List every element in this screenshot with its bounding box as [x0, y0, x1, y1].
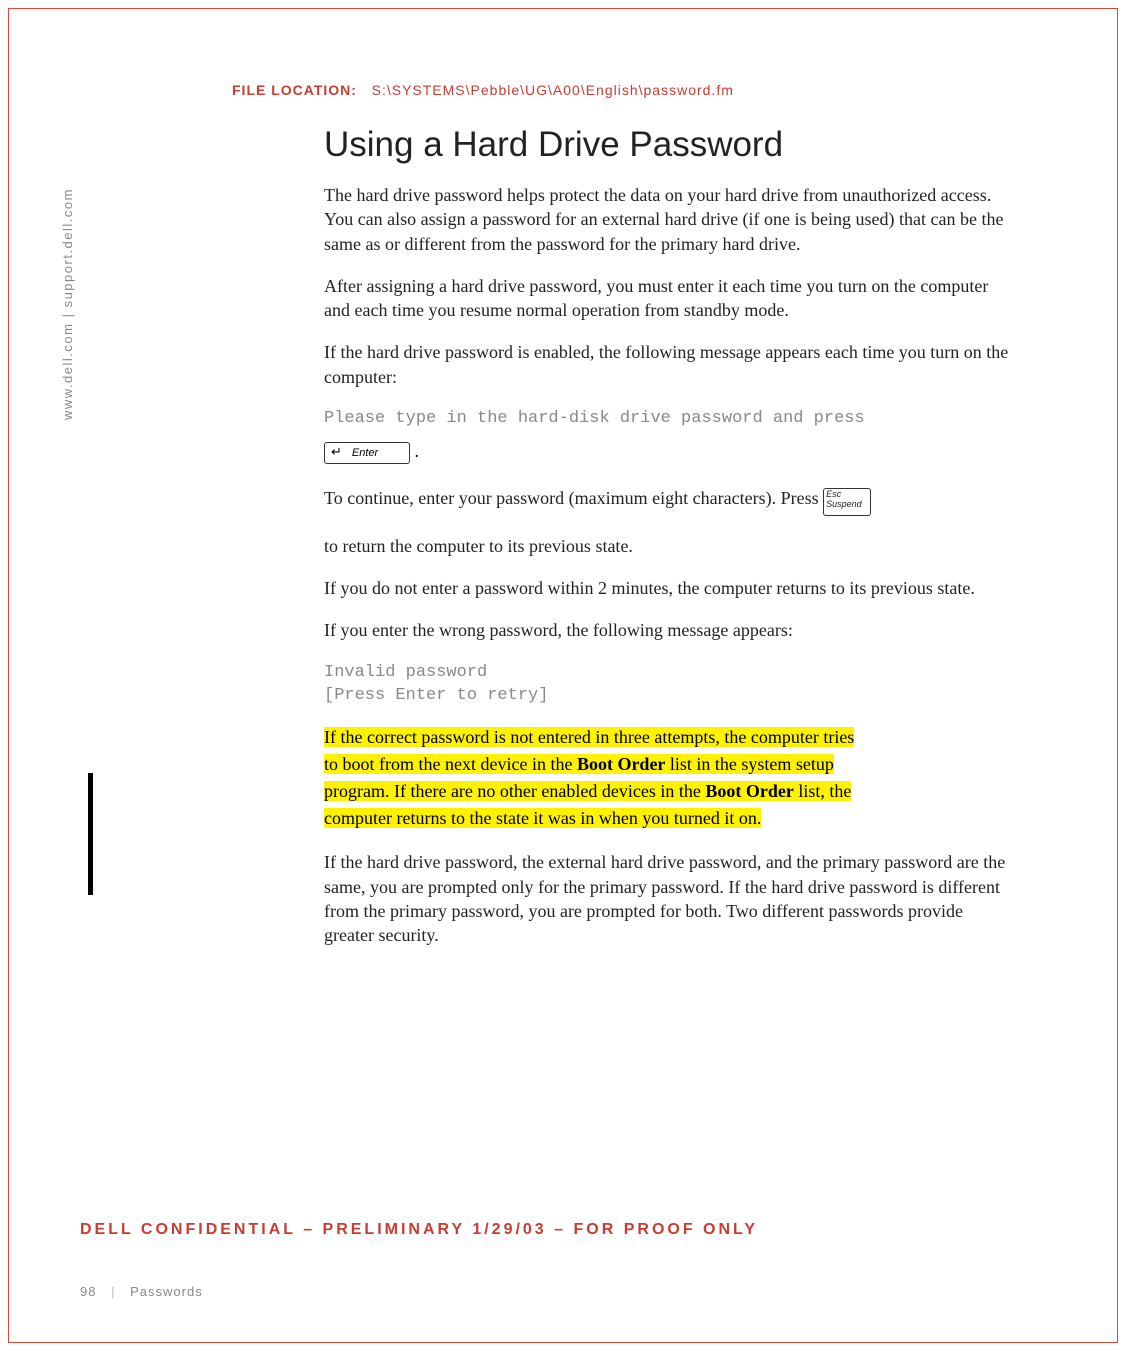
to-continue-text: To continue, enter your password (maximu… [324, 488, 823, 508]
paragraph-timeout: If you do not enter a password within 2 … [324, 576, 1016, 600]
esc-key-bottom: Suspend [826, 499, 862, 509]
highlighted-paragraph: If the correct password is not entered i… [324, 724, 1016, 832]
period: . [415, 441, 420, 461]
paragraph-intro: The hard drive password helps protect th… [324, 183, 1016, 256]
confidential-footer: DELL CONFIDENTIAL – PRELIMINARY 1/29/03 … [80, 1221, 758, 1239]
prompt-message: Please type in the hard-disk drive passw… [324, 407, 1016, 431]
file-location-header: FILE LOCATION: S:\SYSTEMS\Pebble\UG\A00\… [232, 82, 734, 98]
paragraph-if-enabled: If the hard drive password is enabled, t… [324, 340, 1016, 389]
change-bar [88, 773, 93, 895]
hl-line1: If the correct password is not entered i… [324, 727, 854, 747]
paragraph-same-passwords: If the hard drive password, the external… [324, 850, 1016, 947]
paragraph-return-state: to return the computer to its previous s… [324, 534, 1016, 558]
invalid-password-message: Invalid password [Press Enter to retry] [324, 661, 1016, 709]
boot-order-bold-1: Boot Order [577, 754, 665, 774]
file-location-path: S:\SYSTEMS\Pebble\UG\A00\English\passwor… [372, 82, 734, 98]
footer-separator: | [111, 1284, 115, 1299]
page-footer: 98 | Passwords [80, 1284, 203, 1299]
main-content: Using a Hard Drive Password The hard dri… [324, 125, 1016, 965]
boot-order-bold-2: Boot Order [705, 781, 793, 801]
esc-key-icon: EscSuspend [823, 488, 871, 516]
esc-key-top: Esc [826, 489, 841, 499]
page-number: 98 [80, 1284, 96, 1299]
file-location-label: FILE LOCATION: [232, 82, 357, 98]
enter-key-line: ↵Enter . [324, 441, 1016, 464]
hl-line3: program. If there are no other enabled d… [324, 781, 851, 801]
paragraph-wrong-password: If you enter the wrong password, the fol… [324, 618, 1016, 642]
paragraph-after-assign: After assigning a hard drive password, y… [324, 274, 1016, 323]
enter-key-icon: ↵Enter [324, 442, 410, 464]
page-title: Using a Hard Drive Password [324, 125, 1016, 165]
enter-key-label: Enter [352, 447, 378, 459]
sidebar-url: www.dell.com | support.dell.com [60, 188, 75, 420]
hl-line2: to boot from the next device in the Boot… [324, 754, 834, 774]
section-name: Passwords [130, 1284, 203, 1299]
paragraph-to-continue: To continue, enter your password (maximu… [324, 484, 1016, 516]
hl-line4: computer returns to the state it was in … [324, 808, 761, 828]
